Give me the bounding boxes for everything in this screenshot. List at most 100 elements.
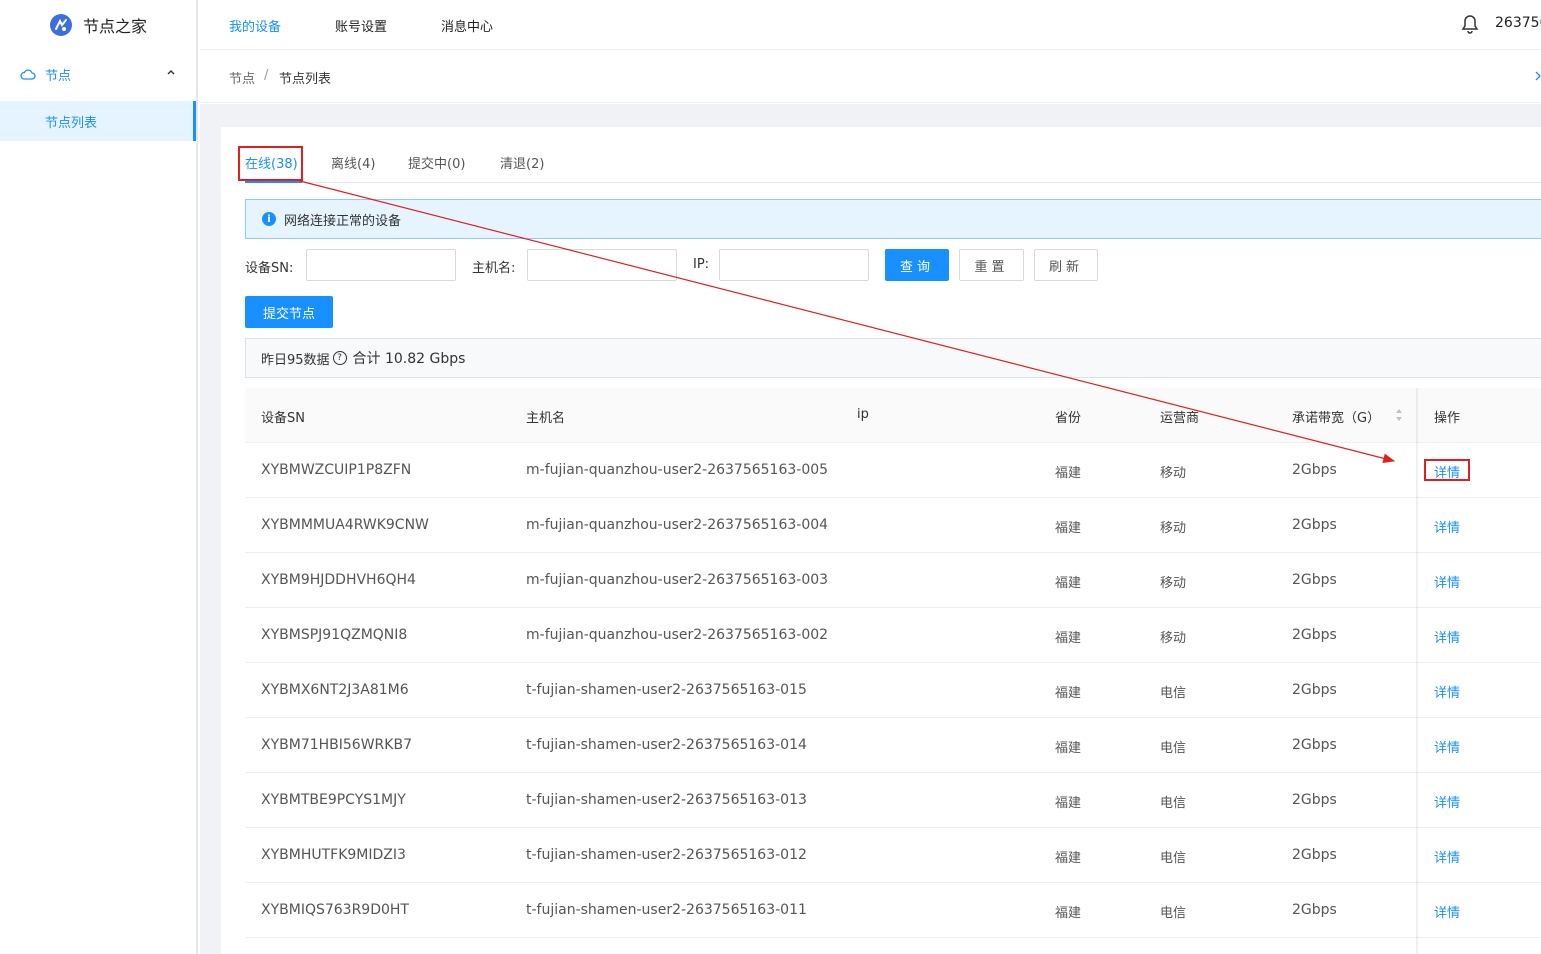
detail-link[interactable]: 详情 bbox=[1434, 792, 1460, 811]
cell-province: 福建 bbox=[1055, 796, 1082, 811]
submit-node-button[interactable]: 提交节点 bbox=[245, 296, 333, 328]
table-row: XYBMSPJ91QZMQNI8 m-fujian-quanzhou-user2-… bbox=[245, 608, 1541, 663]
sidebar: 节点之家 节点 节点列表 bbox=[0, 0, 198, 954]
host-label: 主机名: bbox=[472, 261, 516, 276]
table-row: XYBMIQS763R9D0HT t-fujian-shamen-user2-26… bbox=[245, 883, 1541, 938]
cell-isp: 移动 bbox=[1160, 631, 1187, 646]
nav-message-center[interactable]: 消息中心 bbox=[441, 16, 493, 35]
table-row: XYBMHUTFK9MIDZI3 t-fujian-shamen-user2-26… bbox=[245, 828, 1541, 883]
tab-submitting[interactable]: 提交中(0) bbox=[408, 153, 465, 172]
status-tabs: 在线(38) 离线(4) 提交中(0) 清退(2) bbox=[245, 146, 1541, 183]
tab-active-indicator bbox=[245, 181, 302, 183]
cell-host: m-fujian-quanzhou-user2-2637565163-003 bbox=[526, 572, 829, 588]
sn-input[interactable] bbox=[306, 249, 456, 281]
summary-total: 合计 10.82 Gbps bbox=[352, 351, 466, 367]
breadcrumb-root[interactable]: 节点 bbox=[229, 68, 255, 87]
detail-link[interactable]: 详情 bbox=[1434, 517, 1460, 536]
cell-isp: 电信 bbox=[1160, 796, 1187, 811]
cell-host: m-fujian-quanzhou-user2-2637565163-004 bbox=[526, 517, 829, 533]
cell-bandwidth: 2Gbps bbox=[1292, 572, 1337, 588]
cell-host: m-fujian-quanzhou-user2-2637565163-005 bbox=[526, 462, 829, 478]
th-province: 省份 bbox=[1055, 411, 1082, 426]
table-header: 设备SN 主机名 ip 省份 运营商 承诺带宽（G） 操作 bbox=[245, 388, 1541, 443]
expand-icon[interactable] bbox=[1535, 69, 1541, 83]
cell-sn: XYBMIQS763R9D0HT bbox=[261, 902, 409, 918]
cell-province: 福建 bbox=[1055, 521, 1082, 536]
detail-link[interactable]: 详情 bbox=[1434, 902, 1460, 921]
sort-icon[interactable] bbox=[1395, 408, 1403, 422]
detail-link[interactable]: 详情 bbox=[1434, 627, 1460, 646]
cell-province: 福建 bbox=[1055, 466, 1082, 481]
sidebar-item-node-list[interactable]: 节点列表 bbox=[0, 101, 196, 141]
tab-offline[interactable]: 离线(4) bbox=[331, 153, 375, 172]
detail-link[interactable]: 详情 bbox=[1434, 847, 1460, 866]
device-table: 设备SN 主机名 ip 省份 运营商 承诺带宽（G） 操作 XYBMWZCUIP… bbox=[245, 388, 1541, 938]
cell-isp: 移动 bbox=[1160, 521, 1187, 536]
cell-bandwidth: 2Gbps bbox=[1292, 847, 1337, 863]
th-bandwidth[interactable]: 承诺带宽（G） bbox=[1292, 407, 1380, 426]
cell-host: t-fujian-shamen-user2-2637565163-012 bbox=[526, 847, 807, 863]
detail-link[interactable]: 详情 bbox=[1434, 572, 1460, 591]
cell-province: 福建 bbox=[1055, 631, 1082, 646]
bandwidth-summary: 昨日95数据 ? 合计 10.82 Gbps bbox=[245, 338, 1541, 378]
sidebar-item-label: 节点列表 bbox=[45, 115, 98, 131]
cell-province: 福建 bbox=[1055, 906, 1082, 921]
tab-retired[interactable]: 清退(2) bbox=[500, 153, 544, 172]
th-isp: 运营商 bbox=[1160, 411, 1200, 426]
info-alert: i 网络连接正常的设备 bbox=[245, 199, 1541, 239]
breadcrumb-separator: / bbox=[264, 68, 269, 83]
th-sn: 设备SN bbox=[261, 411, 305, 426]
cell-bandwidth: 2Gbps bbox=[1292, 462, 1337, 478]
ip-input[interactable] bbox=[719, 249, 869, 281]
logo[interactable]: 节点之家 bbox=[0, 0, 196, 50]
refresh-button[interactable]: 刷新 bbox=[1034, 249, 1098, 281]
reset-button[interactable]: 重置 bbox=[959, 249, 1024, 281]
cell-host: t-fujian-shamen-user2-2637565163-014 bbox=[526, 737, 807, 753]
chevron-up-icon bbox=[167, 70, 175, 75]
table-row: XYBMTBE9PCYS1MJY t-fujian-shamen-user2-26… bbox=[245, 773, 1541, 828]
cell-isp: 电信 bbox=[1160, 851, 1187, 866]
info-icon: i bbox=[262, 212, 276, 226]
cell-province: 福建 bbox=[1055, 741, 1082, 756]
cell-isp: 电信 bbox=[1160, 686, 1187, 701]
cell-host: t-fujian-shamen-user2-2637565163-013 bbox=[526, 792, 807, 808]
sidebar-group-label: 节点 bbox=[45, 68, 72, 84]
user-id[interactable]: 263756 bbox=[1495, 15, 1541, 31]
cell-sn: XYBMSPJ91QZMQNI8 bbox=[261, 627, 408, 643]
detail-link[interactable]: 详情 bbox=[1434, 682, 1460, 701]
cell-province: 福建 bbox=[1055, 576, 1082, 591]
host-input[interactable] bbox=[527, 249, 677, 281]
search-button[interactable]: 查询 bbox=[885, 249, 949, 281]
cloud-icon bbox=[20, 69, 36, 80]
detail-link[interactable]: 详情 bbox=[1434, 737, 1460, 756]
bell-icon[interactable] bbox=[1461, 14, 1479, 34]
cell-bandwidth: 2Gbps bbox=[1292, 902, 1337, 918]
top-header: 我的设备 账号设置 消息中心 263756 bbox=[200, 0, 1541, 50]
sidebar-group-nodes[interactable]: 节点 bbox=[0, 50, 196, 98]
cell-bandwidth: 2Gbps bbox=[1292, 682, 1337, 698]
breadcrumb: 节点 / 节点列表 bbox=[200, 51, 1541, 103]
cell-sn: XYBMHUTFK9MIDZI3 bbox=[261, 847, 406, 863]
cell-host: m-fujian-quanzhou-user2-2637565163-002 bbox=[526, 627, 829, 643]
cell-sn: XYBMWZCUIP1P8ZFN bbox=[261, 462, 412, 478]
cell-sn: XYBMX6NT2J3A81M6 bbox=[261, 682, 409, 698]
th-ip: ip bbox=[857, 407, 869, 422]
cell-bandwidth: 2Gbps bbox=[1292, 737, 1337, 753]
cell-isp: 电信 bbox=[1160, 741, 1187, 756]
cell-sn: XYBM71HBI56WRKB7 bbox=[261, 737, 412, 753]
nav-my-devices[interactable]: 我的设备 bbox=[229, 16, 281, 35]
annotation-box-detail bbox=[1424, 459, 1470, 481]
cell-isp: 移动 bbox=[1160, 466, 1187, 481]
table-row: XYBMWZCUIP1P8ZFN m-fujian-quanzhou-user2-… bbox=[245, 443, 1541, 498]
table-row: XYBMX6NT2J3A81M6 t-fujian-shamen-user2-26… bbox=[245, 663, 1541, 718]
question-icon[interactable]: ? bbox=[332, 351, 347, 365]
nav-account-settings[interactable]: 账号设置 bbox=[335, 16, 387, 35]
table-row: XYBM71HBI56WRKB7 t-fujian-shamen-user2-26… bbox=[245, 718, 1541, 773]
th-host: 主机名 bbox=[526, 411, 566, 426]
cell-sn: XYBM9HJDDHVH6QH4 bbox=[261, 572, 416, 588]
cell-isp: 移动 bbox=[1160, 576, 1187, 591]
table-row: XYBMMMUA4RWK9CNW m-fujian-quanzhou-user2-… bbox=[245, 498, 1541, 553]
cell-host: t-fujian-shamen-user2-2637565163-015 bbox=[526, 682, 807, 698]
cell-province: 福建 bbox=[1055, 686, 1082, 701]
cell-bandwidth: 2Gbps bbox=[1292, 517, 1337, 533]
